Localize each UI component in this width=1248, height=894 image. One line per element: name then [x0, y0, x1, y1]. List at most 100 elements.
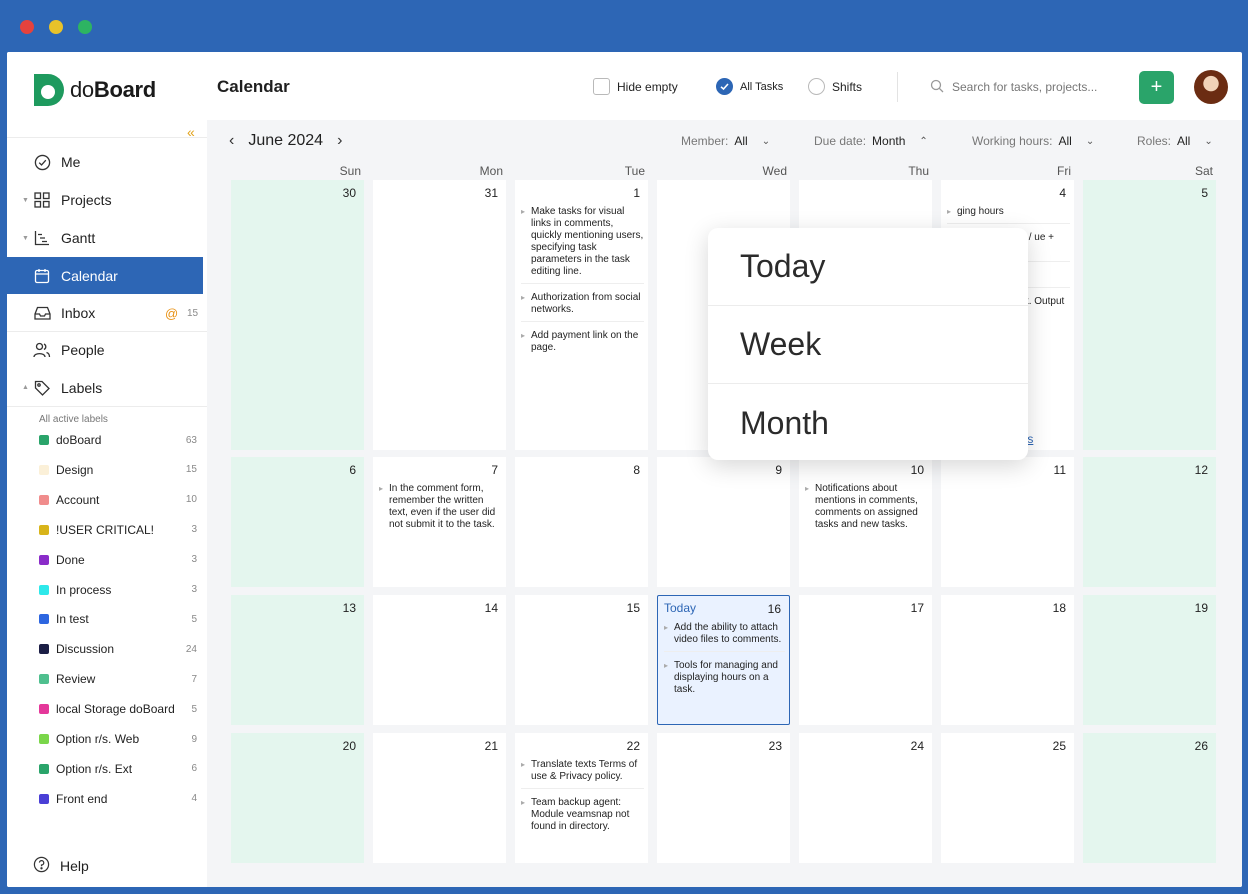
maximize-window-dot[interactable]: [78, 20, 92, 34]
label-item[interactable]: Review 7: [39, 669, 197, 689]
day-cell[interactable]: 6: [231, 457, 364, 587]
chevron-down-icon: ⌄: [1085, 135, 1095, 147]
task-item[interactable]: Tools for managing and displaying hours …: [664, 660, 785, 701]
label-item[interactable]: Account 10: [39, 490, 197, 510]
task-item[interactable]: Notifications about mentions in comments…: [805, 483, 928, 536]
label-item[interactable]: Design 15: [39, 460, 197, 480]
day-number: 24: [910, 739, 924, 753]
dropdown-option-month[interactable]: Month: [708, 384, 1028, 462]
day-cell[interactable]: 5: [1083, 180, 1216, 450]
dropdown-option-today[interactable]: Today: [708, 228, 1028, 306]
roles-filter[interactable]: Roles: All ⌄: [1137, 134, 1213, 148]
doboard-logo[interactable]: doBoard: [34, 74, 156, 106]
sidebar-item-people[interactable]: People: [7, 332, 203, 368]
task-item[interactable]: Add payment link on the page.: [521, 330, 644, 359]
task-item[interactable]: In the comment form, remember the writte…: [379, 483, 502, 536]
day-cell[interactable]: 11: [941, 457, 1074, 587]
label-item[interactable]: !USER CRITICAL! 3: [39, 520, 197, 540]
day-cell-today[interactable]: Today 16 Add the ability to attach video f…: [657, 595, 790, 725]
member-filter[interactable]: Member: All ⌄: [681, 134, 770, 148]
day-cell[interactable]: 15: [515, 595, 648, 725]
search-input[interactable]: Search for tasks, projects...: [920, 71, 1131, 103]
weekday-label: Thu: [908, 164, 929, 178]
filter-value: All: [1058, 134, 1072, 148]
day-cell[interactable]: 17: [799, 595, 932, 725]
sidebar-item-labels[interactable]: Labels: [7, 370, 203, 406]
label-count: 4: [191, 793, 197, 805]
close-window-dot[interactable]: [20, 20, 34, 34]
label-item[interactable]: Discussion 24: [39, 639, 197, 659]
day-cell[interactable]: 10 Notifications about mentions in commen…: [799, 457, 932, 587]
label-item[interactable]: doBoard 63: [39, 430, 197, 450]
task-item[interactable]: Team backup agent: Module veamsnap not f…: [521, 797, 644, 838]
hide-empty-checkbox[interactable]: [593, 78, 610, 95]
day-cell[interactable]: 7 In the comment form, remember the writt…: [373, 457, 506, 587]
day-cell[interactable]: 19: [1083, 595, 1216, 725]
filter-value: All: [1177, 134, 1191, 148]
day-cell[interactable]: 22 Translate texts Terms of use & Privacy…: [515, 733, 648, 863]
search-icon: [930, 79, 944, 96]
shifts-radio[interactable]: [808, 78, 825, 95]
label-color-swatch: [39, 674, 49, 685]
inbox-icon: [33, 304, 51, 322]
task-item[interactable]: Translate texts Terms of use & Privacy p…: [521, 759, 644, 789]
label-item[interactable]: In process 3: [39, 580, 197, 600]
dropdown-option-week[interactable]: Week: [708, 306, 1028, 384]
help-link[interactable]: Help: [33, 856, 89, 876]
header-divider: [897, 72, 898, 102]
hide-empty-toggle[interactable]: Hide empty: [593, 78, 678, 95]
task-item[interactable]: Add the ability to attach video files to…: [664, 622, 785, 652]
day-number: 20: [342, 739, 356, 753]
day-cell[interactable]: 9: [657, 457, 790, 587]
all-tasks-radio-checked-icon[interactable]: [716, 78, 733, 95]
task-item[interactable]: ging hours: [947, 206, 1070, 224]
task-item[interactable]: Authorization from social networks.: [521, 292, 644, 322]
day-cell[interactable]: 1 Make tasks for visual links in comments…: [515, 180, 648, 450]
label-item[interactable]: Front end 4: [39, 789, 197, 809]
sidebar-item-calendar[interactable]: Calendar: [7, 257, 203, 294]
minimize-window-dot[interactable]: [49, 20, 63, 34]
avatar[interactable]: [1194, 70, 1228, 104]
day-number: 22: [626, 739, 640, 753]
label-item[interactable]: Done 3: [39, 550, 197, 570]
day-cell[interactable]: 31: [373, 180, 506, 450]
sidebar-item-projects[interactable]: Projects: [7, 182, 203, 218]
label-item[interactable]: Option r/s. Web 9: [39, 729, 197, 749]
label-item[interactable]: local Storage doBoard 5: [39, 699, 197, 719]
day-cell[interactable]: 30: [231, 180, 364, 450]
day-cell[interactable]: 18: [941, 595, 1074, 725]
label-color-swatch: [39, 494, 49, 505]
label-item[interactable]: Option r/s. Ext 6: [39, 759, 197, 779]
day-cell[interactable]: 8: [515, 457, 648, 587]
day-number: 11: [1053, 463, 1066, 477]
day-cell[interactable]: 21: [373, 733, 506, 863]
day-number: 16: [767, 602, 781, 616]
day-cell[interactable]: 23: [657, 733, 790, 863]
day-cell[interactable]: 24: [799, 733, 932, 863]
sidebar-item-gantt[interactable]: Gantt: [7, 220, 203, 256]
day-number: 12: [1194, 463, 1208, 477]
shifts-option[interactable]: Shifts: [808, 78, 862, 95]
day-cell[interactable]: 20: [231, 733, 364, 863]
prev-month-icon[interactable]: ‹: [229, 132, 234, 150]
sidebar-item-inbox[interactable]: Inbox @ 15: [7, 295, 203, 331]
day-number: 17: [910, 601, 924, 615]
due-date-filter[interactable]: Due date: Month ⌃: [814, 134, 928, 148]
day-number: 31: [484, 186, 498, 200]
day-number: 6: [349, 463, 356, 477]
working-hours-filter[interactable]: Working hours: All ⌄: [972, 134, 1094, 148]
next-month-icon[interactable]: ›: [337, 132, 342, 150]
filter-value: All: [734, 134, 748, 148]
day-cell[interactable]: 13: [231, 595, 364, 725]
day-cell[interactable]: 25: [941, 733, 1074, 863]
sidebar-item-me[interactable]: Me: [7, 144, 203, 180]
sidebar-item-label: Inbox: [61, 305, 96, 321]
label-color-swatch: [39, 584, 49, 595]
day-cell[interactable]: 12: [1083, 457, 1216, 587]
task-item[interactable]: Make tasks for visual links in comments,…: [521, 206, 644, 284]
day-cell[interactable]: 14: [373, 595, 506, 725]
all-tasks-option[interactable]: All Tasks: [716, 78, 783, 95]
day-cell[interactable]: 26: [1083, 733, 1216, 863]
label-item[interactable]: In test 5: [39, 609, 197, 629]
add-button[interactable]: +: [1139, 71, 1174, 104]
